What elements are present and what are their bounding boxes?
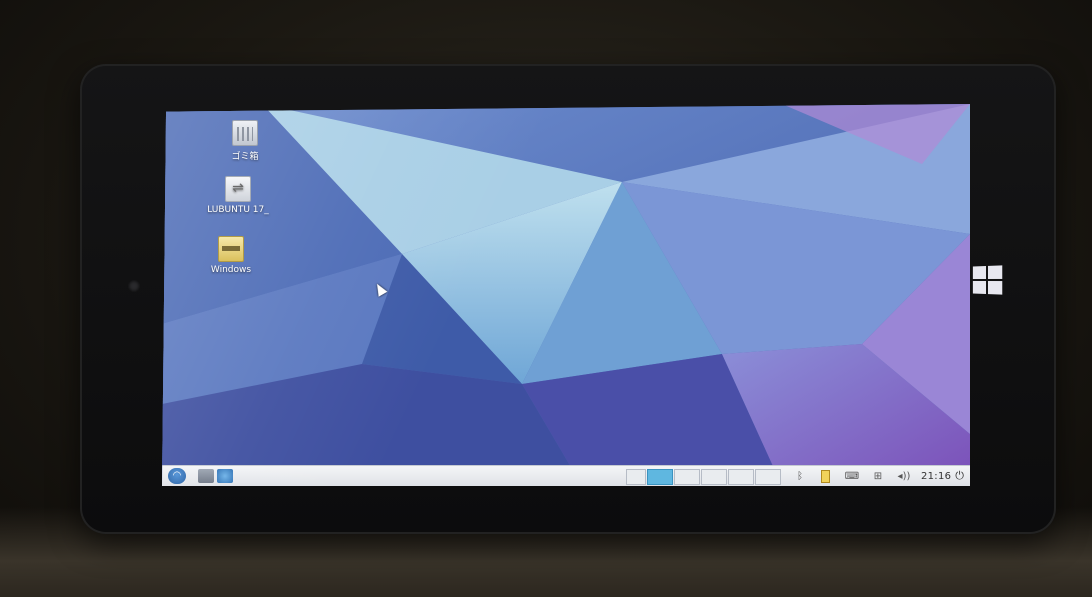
desktop-icon-trash[interactable]: ゴミ箱: [210, 120, 280, 162]
front-camera: [128, 280, 140, 292]
bluetooth-icon[interactable]: ᛒ: [793, 470, 807, 482]
volume-icon[interactable]: ◂)): [897, 470, 911, 482]
desktop-5[interactable]: [727, 469, 754, 485]
disk-drive-icon: [218, 236, 244, 262]
desktop-icon-label: LUBUNTU 17_: [207, 205, 269, 215]
desktop-4[interactable]: [700, 469, 727, 485]
windows-logo-icon[interactable]: [972, 265, 1003, 295]
lxde-menu-icon[interactable]: ◠: [168, 468, 186, 484]
network-icon[interactable]: ⊞: [871, 470, 885, 482]
desktop-6[interactable]: [754, 469, 781, 485]
power-icon[interactable]: ⏻: [955, 469, 964, 483]
desktop-icon-label: ゴミ箱: [231, 152, 259, 162]
desktop-1[interactable]: [625, 469, 646, 485]
clock[interactable]: 21:16: [921, 471, 951, 482]
trash-icon: [232, 120, 258, 146]
desktop-2[interactable]: [646, 469, 673, 485]
battery-icon[interactable]: [819, 469, 833, 483]
taskbar: ◠ ᛒ ⌨ ⊞ ◂)) 21:16 ⏻: [162, 465, 970, 486]
desktop-icon-label: Windows: [210, 265, 252, 275]
desktop-icon-usb[interactable]: ⇌ LUBUNTU 17_: [198, 176, 278, 215]
keyboard-icon[interactable]: ⌨: [845, 470, 859, 482]
desktop-wallpaper: [162, 104, 970, 486]
desktop-icon-windows[interactable]: Windows: [196, 236, 266, 275]
desktop-3[interactable]: [673, 469, 700, 485]
desktop-pager: [625, 469, 781, 485]
tablet-screen: ゴミ箱 ⇌ LUBUNTU 17_ Windows ◠ ᛒ ⌨ ⊞ ◂)) 21…: [162, 104, 970, 486]
usb-drive-icon: ⇌: [225, 176, 251, 202]
file-manager-icon[interactable]: [198, 469, 214, 483]
web-browser-icon[interactable]: [217, 469, 233, 483]
